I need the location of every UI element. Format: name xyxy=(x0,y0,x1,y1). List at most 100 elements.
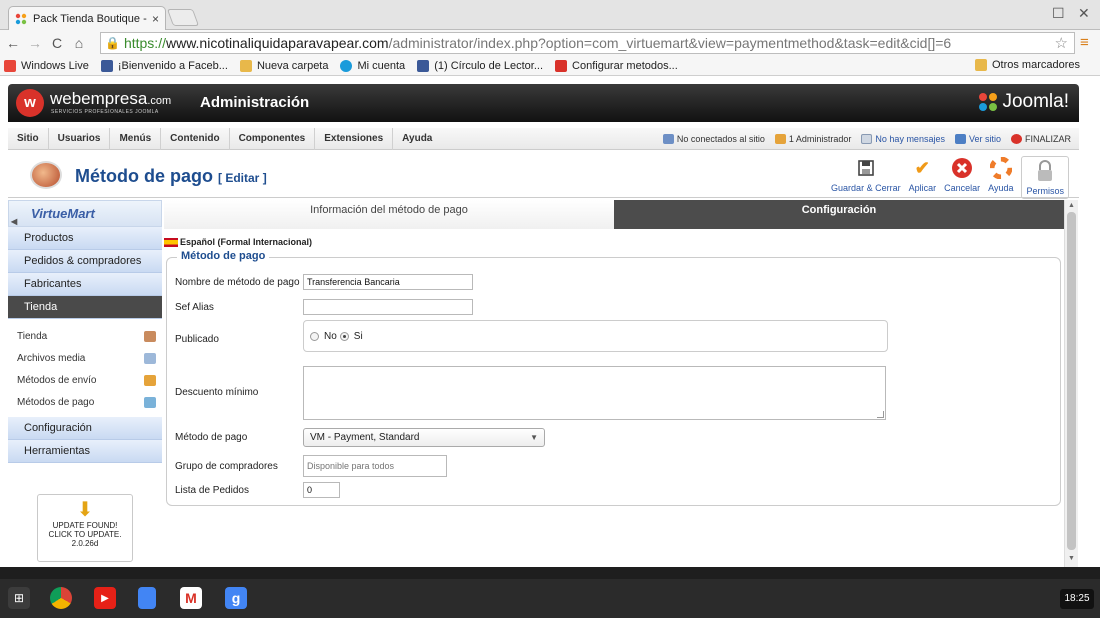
method-label: Método de pago xyxy=(175,432,248,443)
scroll-down-icon[interactable]: ▼ xyxy=(1068,555,1075,562)
menu-sitio[interactable]: Sitio xyxy=(8,127,49,150)
chrome-icon[interactable] xyxy=(50,587,72,609)
docs-icon[interactable] xyxy=(138,587,156,609)
save-close-button[interactable]: Guardar & Cerrar xyxy=(831,156,901,199)
back-icon[interactable]: ← xyxy=(2,35,24,51)
bookmark-item[interactable]: Configurar metodos... xyxy=(555,59,678,72)
new-tab-button[interactable] xyxy=(166,9,200,26)
admin-menu-bar: Sitio Usuarios Menús Contenido Component… xyxy=(8,127,1079,150)
browser-tab[interactable]: Pack Tienda Boutique - Ad × xyxy=(8,6,166,30)
bookmark-item[interactable]: Mi cuenta xyxy=(340,59,405,72)
discount-textarea[interactable] xyxy=(303,366,886,420)
system-clock[interactable]: 18:25 xyxy=(1060,589,1094,609)
google-search-icon[interactable]: g xyxy=(225,587,247,609)
page-scrollbar[interactable]: ▲ ▼ xyxy=(1064,200,1078,567)
update-version: 2.0.26d xyxy=(71,539,99,548)
media-icon xyxy=(144,352,156,364)
status-admins: 1 Administrador xyxy=(774,134,852,144)
bookmark-label: Configurar metodos... xyxy=(572,59,678,72)
admin-title: Administración xyxy=(200,94,310,111)
folder-icon xyxy=(239,59,252,72)
monitor-icon xyxy=(954,134,966,144)
address-bar[interactable]: 🔒 https://www.nicotinaliquidaparavapear.… xyxy=(100,32,1075,54)
power-icon xyxy=(1010,134,1022,144)
menu-componentes[interactable]: Componentes xyxy=(230,127,316,150)
status-offline: No conectados al sitio xyxy=(662,134,765,144)
brand-logo: webempresa.com xyxy=(50,89,171,109)
menu-menus[interactable]: Menús xyxy=(110,127,162,150)
bookmark-label: Nueva carpeta xyxy=(256,59,329,72)
sidebar-item-payment[interactable]: Métodos de pago xyxy=(8,391,162,413)
update-notice[interactable]: ⬇ UPDATE FOUND! CLICK TO UPDATE. 2.0.26d xyxy=(37,494,133,562)
reload-icon[interactable]: C xyxy=(46,35,68,51)
other-bookmarks[interactable]: Otros marcadores xyxy=(974,59,1080,71)
main-panel: Información del método de pago Configura… xyxy=(164,200,1064,567)
menu-usuarios[interactable]: Usuarios xyxy=(49,127,111,150)
alias-row: Sef Alias xyxy=(175,299,473,315)
sidebar-section-pedidos[interactable]: Pedidos & compradores xyxy=(8,250,162,273)
home-icon[interactable]: ⌂ xyxy=(68,35,90,51)
collapse-arrow-icon[interactable]: ◀ xyxy=(11,209,17,235)
language-indicator: Español (Formal Internacional) xyxy=(164,237,1064,247)
method-select[interactable]: VM - Payment, Standard ▼ xyxy=(303,428,545,447)
minimize-icon[interactable]: ☐ xyxy=(1052,5,1065,22)
bookmark-item[interactable]: Windows Live xyxy=(4,59,89,72)
published-no-radio[interactable] xyxy=(310,331,319,341)
sidebar-section-productos[interactable]: Productos xyxy=(8,227,162,250)
name-row: Nombre de método de pago xyxy=(175,274,473,290)
tab-close-icon[interactable]: × xyxy=(152,12,159,26)
tab-info[interactable]: Información del método de pago xyxy=(164,200,614,229)
os-taskbar: ⊞ ▶ M g 18:25 xyxy=(0,579,1100,618)
forward-icon[interactable]: → xyxy=(24,35,46,51)
menu-ayuda[interactable]: Ayuda xyxy=(393,128,441,150)
gmail-icon[interactable]: M xyxy=(180,587,202,609)
bookmark-item[interactable]: Nueva carpeta xyxy=(239,59,329,72)
name-input[interactable] xyxy=(303,274,473,290)
sidebar-section-herramientas[interactable]: Herramientas xyxy=(8,440,162,463)
update-line2: CLICK TO UPDATE. xyxy=(48,530,122,539)
bookmark-star-icon[interactable]: ☆ xyxy=(1055,34,1068,52)
sidebar-item-label: Archivos media xyxy=(17,352,86,364)
sidebar-item-shipping[interactable]: Métodos de envío xyxy=(8,369,162,391)
save-icon xyxy=(854,156,878,180)
lifebuoy-icon xyxy=(989,156,1013,180)
bookmark-item[interactable]: ¡Bienvenido a Faceb... xyxy=(100,59,228,72)
published-radio-group: No Si xyxy=(303,320,888,352)
published-row: Publicado xyxy=(175,334,303,345)
permissions-button[interactable]: Permisos xyxy=(1021,156,1069,199)
published-yes-radio[interactable] xyxy=(339,331,349,341)
group-input[interactable] xyxy=(303,455,447,477)
logout-link[interactable]: FINALIZAR xyxy=(1010,134,1071,144)
published-yes-label: Si xyxy=(353,330,363,342)
status-offline-label: No conectados al sitio xyxy=(676,134,765,144)
scrollbar-thumb[interactable] xyxy=(1067,212,1076,550)
joomla-wordmark: Joomla! xyxy=(1002,91,1069,112)
alias-input[interactable] xyxy=(303,299,473,315)
order-input[interactable] xyxy=(303,482,340,498)
tab-config[interactable]: Configuración xyxy=(614,200,1064,229)
brand-suffix: .com xyxy=(147,95,172,107)
cancel-button[interactable]: Cancelar xyxy=(944,156,980,199)
scroll-up-icon[interactable]: ▲ xyxy=(1068,202,1075,209)
sidebar-section-tienda[interactable]: Tienda xyxy=(8,296,162,319)
sidebar-section-configuracion[interactable]: Configuración xyxy=(8,417,162,440)
menu-contenido[interactable]: Contenido xyxy=(161,127,230,150)
status-admins-label: 1 Administrador xyxy=(788,134,852,144)
menu-extensiones[interactable]: Extensiones xyxy=(315,127,394,150)
sidebar-item-media[interactable]: Archivos media xyxy=(8,347,162,369)
close-window-icon[interactable]: ✕ xyxy=(1078,5,1090,22)
view-site-link[interactable]: Ver sitio xyxy=(954,134,1001,144)
bookmark-label: (1) Círculo de Lector... xyxy=(434,59,544,72)
sidebar-item-tienda[interactable]: Tienda xyxy=(8,325,162,347)
help-button[interactable]: Ayuda xyxy=(988,156,1013,199)
url-host: www.nicotinaliquidaparavapear.com xyxy=(165,35,389,51)
app-launcher-icon[interactable]: ⊞ xyxy=(8,587,30,609)
bookmark-item[interactable]: (1) Círculo de Lector... xyxy=(417,59,544,72)
youtube-icon[interactable]: ▶ xyxy=(94,587,116,609)
sidebar-section-fabricantes[interactable]: Fabricantes xyxy=(8,273,162,296)
apply-button[interactable]: ✔ Aplicar xyxy=(909,156,937,199)
language-label: Español (Formal Internacional) xyxy=(180,237,313,247)
status-messages[interactable]: No hay mensajes xyxy=(861,134,945,144)
store-icon xyxy=(144,330,156,342)
browser-menu-icon[interactable]: ≡ xyxy=(1080,34,1089,51)
